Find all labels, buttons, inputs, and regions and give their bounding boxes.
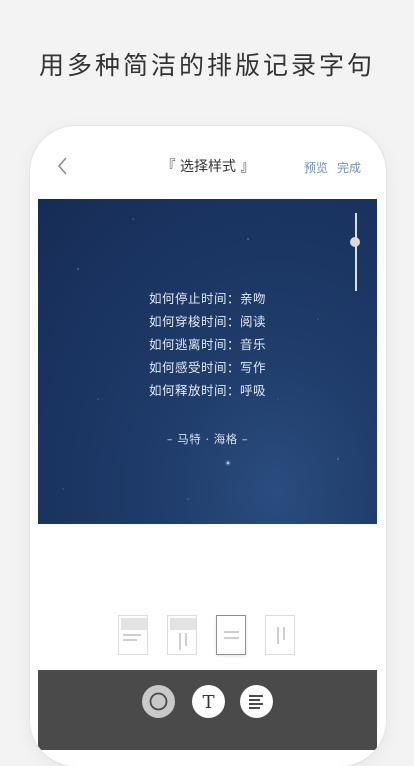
layout-vertical-top-icon <box>170 618 196 650</box>
text-tool-button[interactable]: T <box>192 685 225 718</box>
layout-top-left-icon <box>121 618 147 641</box>
preview-button[interactable]: 预览 <box>304 159 328 176</box>
quote-line: 如何停止时间：亲吻 <box>148 291 266 306</box>
align-left-icon <box>249 695 263 709</box>
layout-option-centered[interactable] <box>216 615 246 655</box>
done-button[interactable]: 完成 <box>337 159 361 176</box>
page-title: 『 选择样式 』 <box>161 159 255 175</box>
nav-bar: 『 选择样式 』 预览 完成 <box>30 126 386 198</box>
layout-option-vertical-center[interactable] <box>265 615 295 655</box>
edit-toolbar: T <box>38 670 377 750</box>
layout-style-picker <box>30 615 386 657</box>
quote-line: 如何感受时间：写作 <box>148 360 266 375</box>
circle-shape-icon <box>149 692 168 711</box>
layout-option-vertical-top[interactable] <box>167 615 197 655</box>
size-slider-track[interactable] <box>355 213 357 291</box>
text-icon: T <box>202 692 214 713</box>
layout-option-top-left[interactable] <box>118 615 148 655</box>
shape-tool-button[interactable] <box>142 685 175 718</box>
quote-line: 如何释放时间：呼吸 <box>148 383 266 398</box>
text-tool-glyph: T <box>202 692 214 713</box>
align-tool-button[interactable] <box>240 685 273 718</box>
quote-line: 如何逃离时间：音乐 <box>148 337 266 352</box>
size-slider-thumb[interactable] <box>350 237 360 247</box>
promo-headline: 用多种简洁的排版记录字句 <box>38 51 375 80</box>
layout-vertical-center-icon <box>277 627 285 644</box>
preview-canvas[interactable]: 如何停止时间：亲吻 如何穿梭时间：阅读 如何逃离时间：音乐 如何感受时间：写作 … <box>38 199 377 524</box>
quote-text: 如何停止时间：亲吻 如何穿梭时间：阅读 如何逃离时间：音乐 如何感受时间：写作 … <box>38 287 377 402</box>
quote-line: 如何穿梭时间：阅读 <box>148 314 266 329</box>
quote-author: – 马特 · 海格 – <box>166 432 249 446</box>
layout-centered-icon <box>224 631 239 639</box>
phone-frame: 『 选择样式 』 预览 完成 如何停止时间：亲吻 如何穿梭时间：阅读 如何逃离时… <box>30 126 386 766</box>
